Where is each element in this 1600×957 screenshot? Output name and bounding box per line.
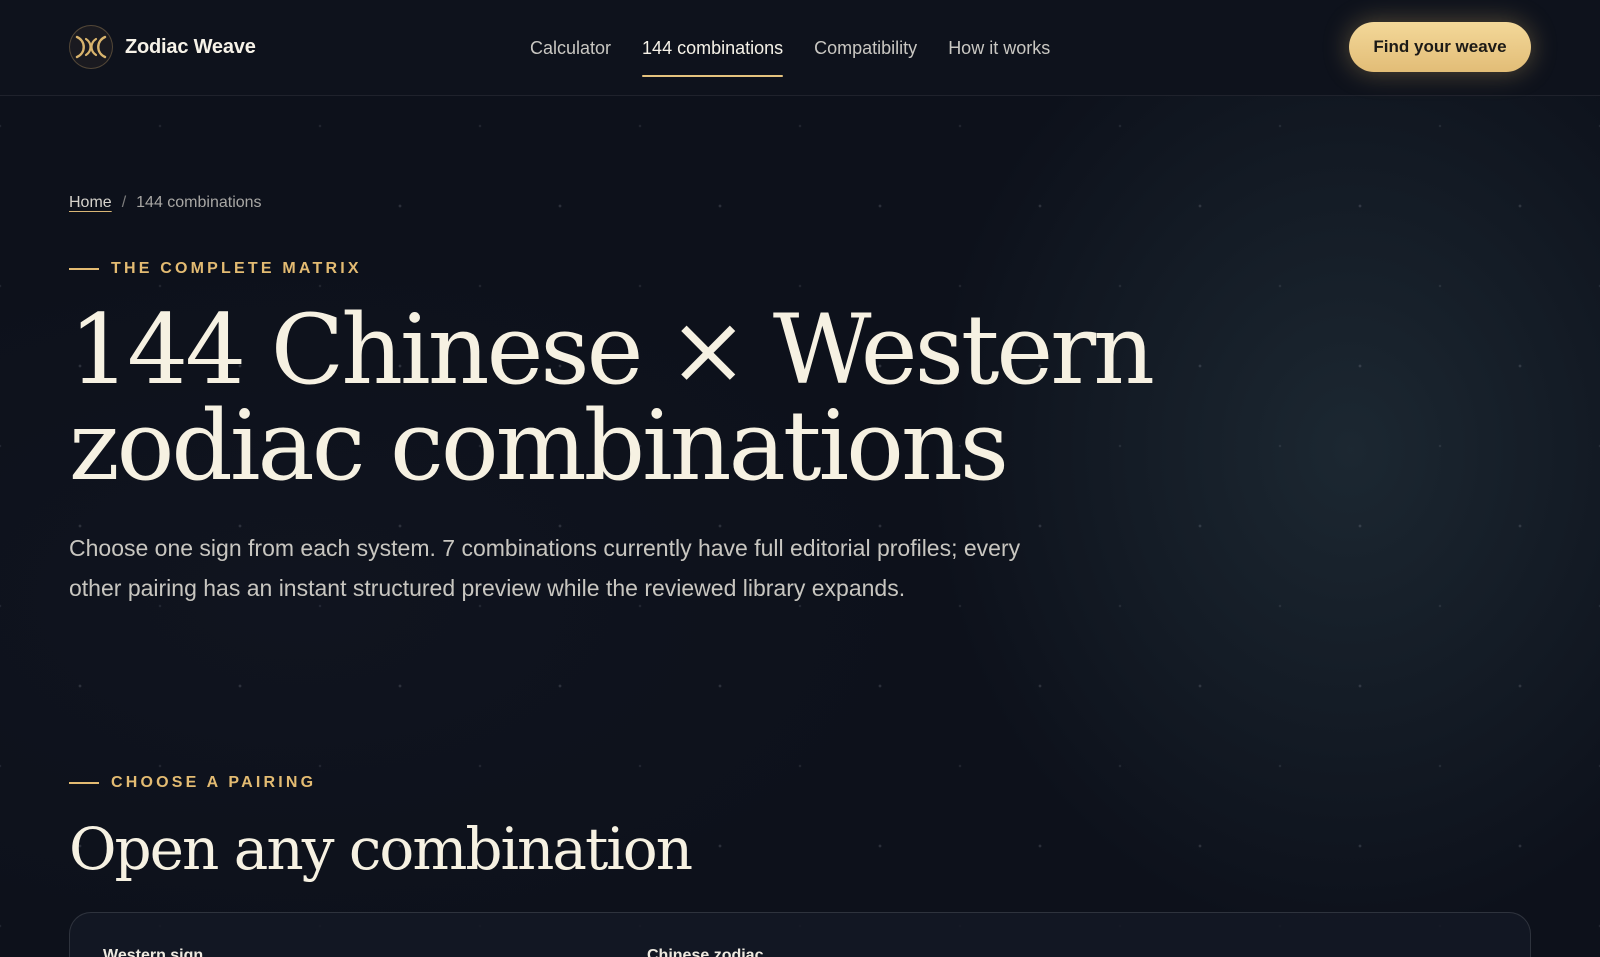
page-title-line-2: zodiac combinations: [69, 390, 1009, 502]
eyebrow-rule: [69, 782, 99, 784]
combination-picker-panel: Western sign Chinese zodiac: [69, 912, 1531, 957]
eyebrow-rule: [69, 268, 99, 270]
chinese-zodiac-label: Chinese zodiac: [647, 947, 764, 957]
breadcrumb-current: 144 combinations: [136, 194, 262, 211]
brand-name: Zodiac Weave: [125, 35, 256, 58]
nav-item-144-combinations[interactable]: 144 combinations: [642, 0, 784, 96]
hero-description: Choose one sign from each system. 7 comb…: [69, 535, 1021, 601]
nav-item-calculator[interactable]: Calculator: [530, 0, 611, 96]
breadcrumb-home-link[interactable]: Home: [69, 194, 112, 212]
breadcrumb-separator: /: [121, 194, 127, 211]
weave-logo-icon: [69, 25, 113, 69]
find-your-weave-button[interactable]: Find your weave: [1349, 22, 1531, 72]
nav-item-how-it-works[interactable]: How it works: [948, 0, 1050, 96]
hero-eyebrow: THE COMPLETE MATRIX: [69, 260, 362, 278]
breadcrumb: Home / 144 combinations: [69, 194, 262, 212]
picker-title: Open any combination: [69, 815, 693, 883]
picker-eyebrow-text: CHOOSE A PAIRING: [111, 774, 317, 791]
brand-logo[interactable]: Zodiac Weave: [69, 25, 256, 69]
hero-eyebrow-text: THE COMPLETE MATRIX: [111, 260, 362, 277]
picker-eyebrow: CHOOSE A PAIRING: [69, 774, 316, 792]
site-header: Zodiac Weave Calculator 144 combinations…: [0, 0, 1600, 96]
main-nav: Calculator 144 combinations Compatibilit…: [530, 0, 1081, 96]
page-title: 144 Chinese × Western zodiac combination…: [69, 302, 1169, 494]
nav-item-compatibility[interactable]: Compatibility: [814, 0, 917, 96]
western-sign-label: Western sign: [103, 947, 204, 957]
